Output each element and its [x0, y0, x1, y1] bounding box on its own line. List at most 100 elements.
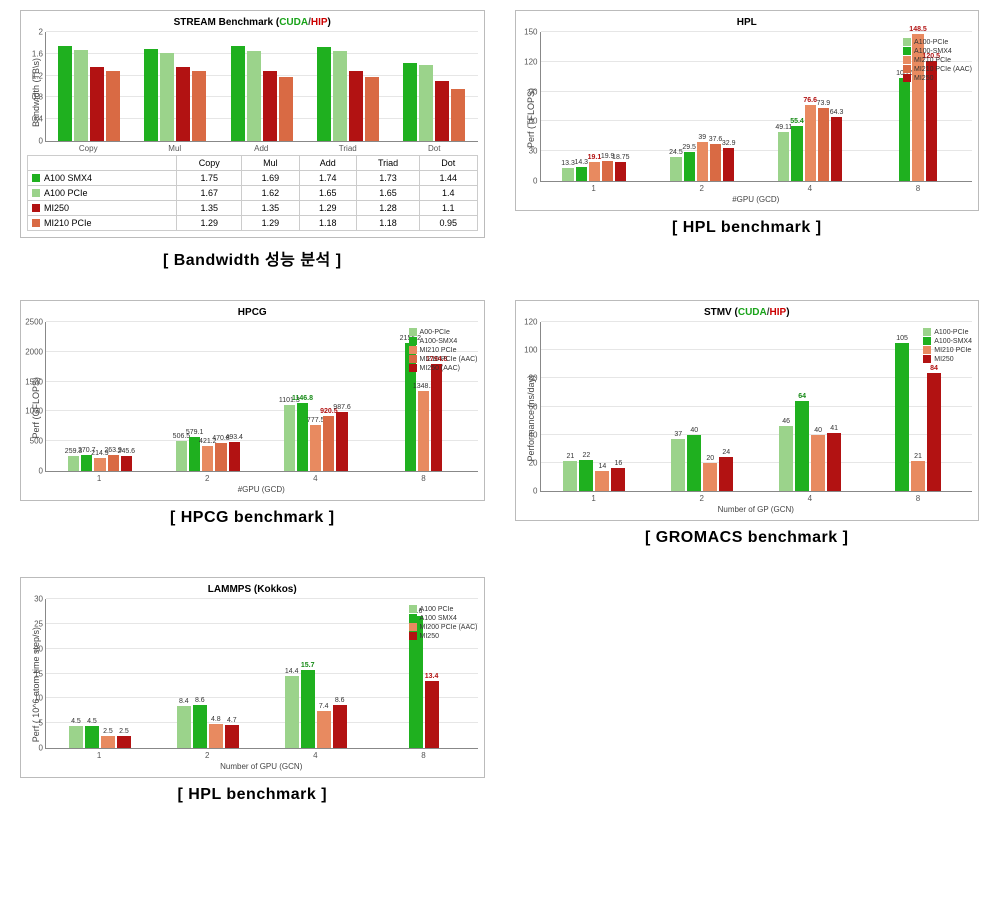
table-row: MI210 PCIe1.291.291.181.180.95 [28, 216, 478, 231]
hpcg-group: 506.5579.1421.2470.8493.4 [154, 322, 262, 471]
lammps-bar: 2.5 [117, 736, 131, 748]
stream-bar [144, 49, 158, 141]
legend-swatch [409, 614, 417, 622]
stream-bar [333, 51, 347, 141]
hpl-bar: 14.3 [576, 167, 587, 181]
table-cell: 1.44 [420, 171, 477, 186]
stream-group [132, 32, 218, 141]
legend-swatch [903, 56, 911, 64]
stream-group [46, 32, 132, 141]
hpcg-bar: 245.6 [121, 456, 132, 471]
hpl-bar: 18.75 [615, 162, 626, 181]
hpcg-bar: 777.5 [310, 425, 321, 471]
lammps-group: 4.54.52.52.5 [46, 599, 154, 748]
gromacs-chart: STMV (CUDA/HIP)Performance (ns/day)02040… [515, 300, 980, 521]
hpl-bar: 19.1 [589, 162, 600, 181]
stream-bar [58, 46, 72, 141]
legend-swatch [409, 337, 417, 345]
lammps-bar: 4.7 [225, 725, 239, 748]
legend-item: A100-SMX4 [409, 337, 478, 345]
table-cell: 1.29 [242, 216, 299, 231]
table-cell: 1.67 [177, 186, 242, 201]
gromacs-bar: 40 [811, 435, 825, 491]
hpcg-caption: [ HPCG benchmark ] [170, 509, 335, 527]
stream-group [219, 32, 305, 141]
hpl-bar: 24.5 [670, 157, 681, 181]
lammps-caption: [ HPL benchmark ] [177, 786, 327, 804]
legend-swatch [409, 364, 417, 372]
lammps-bar: 4.5 [85, 726, 99, 748]
lammps-bar: 7.4 [317, 711, 331, 748]
legend-swatch [903, 47, 911, 55]
legend-item: A100-PCIe [923, 328, 972, 336]
legend-item: MI210 PCIe (AAC) [409, 355, 478, 363]
lammps-legend: A100 PCIeA100 SMX4MI200 PCIe (AAC)MI250 [409, 604, 478, 641]
gromacs-bar: 105 [895, 343, 909, 491]
legend-swatch [903, 38, 911, 46]
legend-item: A100-SMX4 [903, 47, 972, 55]
gromacs-panel: STMV (CUDA/HIP)Performance (ns/day)02040… [515, 300, 980, 547]
legend-swatch [32, 219, 40, 227]
legend-swatch [903, 74, 911, 82]
hpcg-bar: 1101.3 [284, 405, 295, 471]
hpl-bar: 64.3 [831, 117, 842, 181]
hpcg-bar: 493.4 [229, 442, 240, 471]
legend-swatch [409, 328, 417, 336]
stream-panel: STREAM Benchmark (CUDA/HIP)Bandwidth (TB… [20, 10, 485, 270]
legend-item: MI250 [409, 632, 478, 640]
hpcg-bar: 1794.8 [431, 364, 442, 471]
lammps-chart: LAMMPS (Kokkos)Perf ( 10^6 atom time ste… [20, 577, 485, 778]
stream-bar [365, 77, 379, 141]
legend-swatch [409, 605, 417, 613]
table-cell: 1.18 [356, 216, 419, 231]
stream-bar [160, 53, 174, 141]
legend-item: MI210 PCIe [903, 56, 972, 64]
gromacs-bar: 22 [579, 460, 593, 491]
lammps-bar: 8.4 [177, 706, 191, 748]
hpcg-bar: 214.9 [94, 458, 105, 471]
gromacs-bar: 84 [927, 373, 941, 491]
legend-swatch [923, 337, 931, 345]
hpcg-group: 259.3270.7214.9263.9245.6 [46, 322, 154, 471]
legend-swatch [409, 632, 417, 640]
lammps-group: 8.48.64.84.7 [154, 599, 262, 748]
hpcg-bar: 421.2 [202, 446, 213, 471]
stream-bar [317, 47, 331, 141]
legend-item: A100-SMX4 [923, 337, 972, 345]
lammps-bar: 8.6 [333, 705, 347, 748]
hpcg-panel: HPCGPerf (GFLOPS)05001000150020002500259… [20, 300, 485, 547]
table-cell: 1.29 [177, 216, 242, 231]
gromacs-plot: 0204060801001202122141637402024466440411… [540, 322, 973, 492]
hpl-caption: [ HPL benchmark ] [672, 219, 822, 237]
hpl-bar: 55.4 [791, 126, 802, 181]
hpcg-bar: 1146.8 [297, 403, 308, 471]
gromacs-group: 46644041 [756, 322, 864, 491]
gromacs-bar: 24 [719, 457, 733, 491]
hpl-group: 24.529.53937.632.9 [648, 32, 756, 181]
lammps-xlabel: Number of GPU (GCN) [45, 760, 478, 771]
stream-bar [349, 71, 363, 141]
stream-bar [279, 77, 293, 141]
hpl-bar: 29.5 [684, 152, 695, 181]
stream-bar [90, 67, 104, 141]
legend-item: MI250 [923, 355, 972, 363]
lammps-title: LAMMPS (Kokkos) [27, 584, 478, 595]
stream-bar [247, 51, 261, 141]
hpl-bar: 73.9 [818, 108, 829, 181]
hpl-xlabel: #GPU (GCD) [540, 193, 973, 204]
legend-swatch [32, 174, 40, 182]
hpl-bar: 32.9 [723, 148, 734, 181]
table-cell: 1.4 [420, 186, 477, 201]
hpl-legend: A100-PCIeA100-SMX4MI210 PCIeMI210 PCIe (… [903, 37, 972, 83]
hpcg-group: 1101.31146.8777.5920.5987.6 [262, 322, 370, 471]
gromacs-ylabel: Performance (ns/day) [526, 375, 536, 462]
gromacs-group: 21221416 [541, 322, 649, 491]
legend-swatch [923, 346, 931, 354]
legend-swatch [32, 204, 40, 212]
lammps-bar: 8.6 [193, 705, 207, 748]
stream-bar [403, 63, 417, 141]
table-cell: 1.69 [242, 171, 299, 186]
gromacs-group: 37402024 [648, 322, 756, 491]
stream-group [391, 32, 477, 141]
hpcg-bar: 470.8 [215, 443, 226, 471]
